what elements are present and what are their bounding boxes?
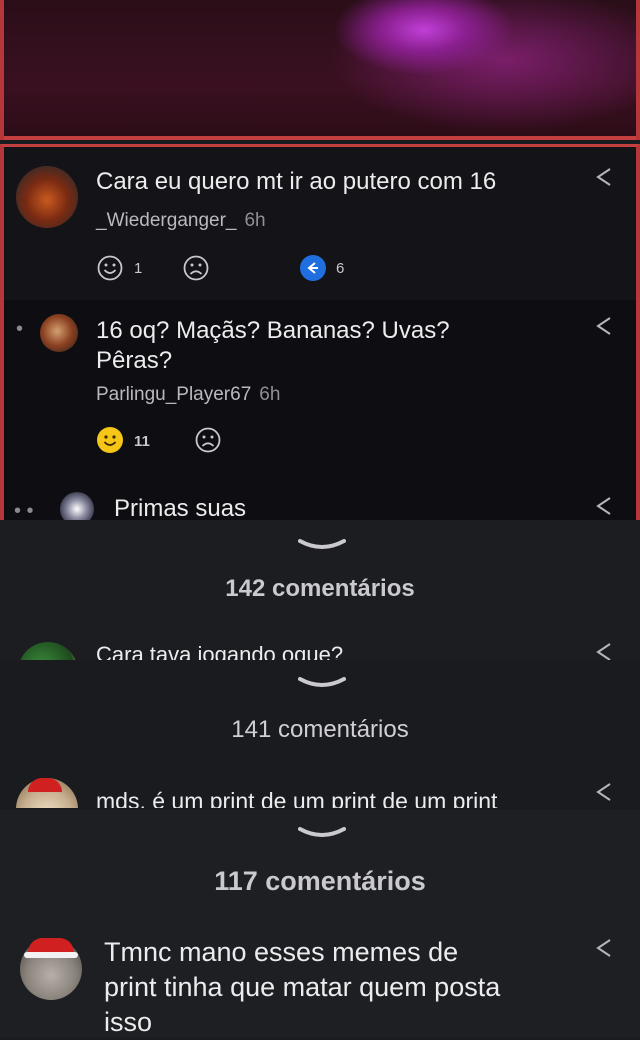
avatar[interactable] (40, 314, 78, 352)
username[interactable]: _Wiederganger_ (96, 210, 236, 231)
comment-author[interactable]: Parlingu_Player67 6h (96, 384, 280, 406)
timestamp: 6h (244, 210, 266, 231)
username[interactable]: Parlingu_Player67 (96, 384, 251, 405)
timestamp: 6h (259, 384, 281, 405)
reply-text-line-2: Pêras? (96, 347, 173, 374)
smile-icon[interactable] (96, 426, 124, 459)
post-image (0, 0, 640, 140)
comment-text-line-2: print tinha que matar quem posta (104, 972, 501, 1002)
reply-text-line-1: 16 oq? Maçãs? Bananas? Uvas? (96, 317, 450, 344)
comment-count[interactable]: 141 comentários (0, 716, 640, 744)
reply-count[interactable]: 6 (336, 260, 344, 277)
comment-count[interactable]: 142 comentários (0, 575, 640, 603)
chevron-down-icon[interactable] (298, 538, 346, 559)
cut-comment-text: mds. é um print de um print de um print (96, 788, 498, 808)
smile-count: 1 (134, 260, 143, 277)
reply-icon[interactable] (299, 254, 327, 287)
share-icon[interactable] (594, 314, 614, 344)
frown-icon[interactable] (194, 426, 222, 459)
comment-author[interactable]: _Wiederganger_ 6h (96, 210, 266, 232)
avatar[interactable] (16, 166, 78, 228)
cut-comment: mds. é um print de um print de um print (0, 778, 640, 808)
share-icon[interactable] (594, 165, 614, 195)
chevron-down-icon[interactable] (298, 676, 346, 697)
image-border (4, 136, 636, 140)
cut-comment-text: Cara tava jogando oque? (96, 642, 344, 660)
cut-comment: Cara tava jogando oque? (0, 638, 640, 660)
smile-count: 11 (134, 433, 150, 450)
thread-dot: • (16, 318, 24, 340)
chevron-down-icon[interactable] (298, 826, 346, 847)
santa-hat-trim (24, 952, 78, 958)
share-icon[interactable] (594, 640, 614, 660)
comment-count[interactable]: 117 comentários (0, 866, 640, 897)
smile-icon[interactable] (96, 254, 124, 287)
comment-text-line-3: isso (104, 1007, 153, 1037)
comment-text-line-1: Tmnc mano esses memes de (104, 937, 459, 967)
comment-text: Cara eu quero mt ir ao putero com 16 (96, 168, 497, 195)
share-icon[interactable] (594, 780, 614, 808)
share-icon[interactable] (594, 936, 614, 966)
avatar (18, 642, 78, 660)
frown-icon[interactable] (182, 254, 210, 287)
